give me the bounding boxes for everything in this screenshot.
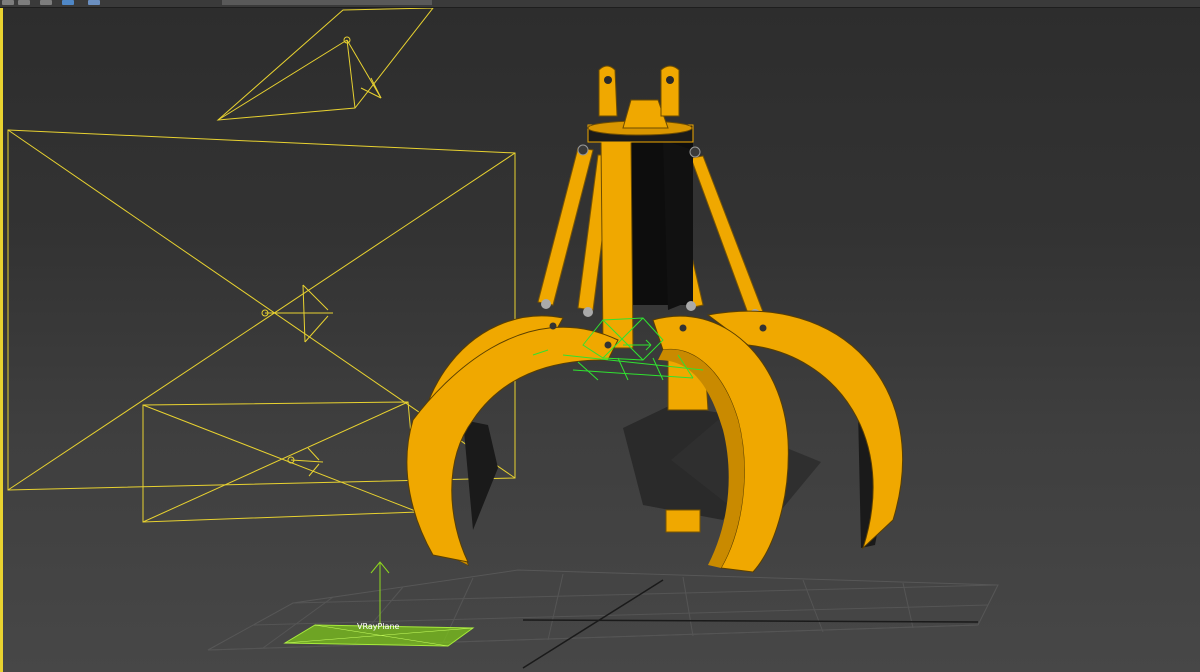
target-camera[interactable] (216, 8, 434, 121)
ground-axes (522, 579, 979, 669)
vray-light-small[interactable] (142, 401, 419, 523)
perspective-viewport[interactable]: VRayPlane (0, 8, 1200, 672)
toolbar-icon[interactable] (62, 0, 74, 5)
toolbar-icon[interactable] (2, 0, 14, 5)
toolbar-icon[interactable] (18, 0, 30, 5)
vray-plane[interactable] (283, 561, 475, 647)
toolbar-icon[interactable] (40, 0, 52, 5)
toolbar-icon[interactable] (88, 0, 100, 5)
top-toolbar (0, 0, 1200, 8)
vray-plane-label: VRayPlane (357, 622, 400, 631)
grab-claw-model[interactable] (406, 65, 903, 573)
viewport-canvas[interactable] (3, 8, 1200, 672)
toolbar-field[interactable] (222, 0, 432, 5)
